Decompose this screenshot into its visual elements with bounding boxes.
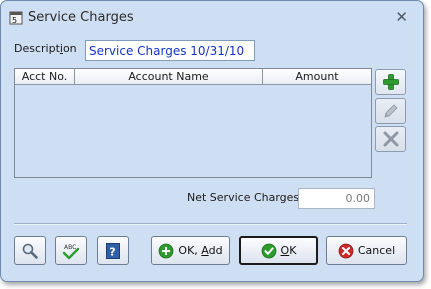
app-window-icon: 5 <box>9 11 23 25</box>
magnifier-icon <box>22 243 38 259</box>
ok-add-label: OK, Add <box>178 244 222 257</box>
x-icon <box>383 131 398 147</box>
spell-check-icon: ABC <box>62 244 80 259</box>
plus-icon <box>382 74 399 90</box>
divider <box>14 223 407 225</box>
find-button[interactable] <box>14 236 46 265</box>
title-bar: 5 Service Charges ✕ <box>1 1 423 35</box>
service-charges-dialog: 5 Service Charges ✕ Description Acct No.… <box>0 0 424 282</box>
cancel-button[interactable]: Cancel <box>326 236 407 265</box>
spell-check-button[interactable]: ABC <box>55 236 87 265</box>
svg-text:ABC: ABC <box>64 244 76 251</box>
svg-text:5: 5 <box>12 16 17 25</box>
ok-add-label-start: OK, <box>178 244 202 257</box>
ok-label-end: K <box>289 244 297 257</box>
col-acct-no[interactable]: Acct No. <box>15 69 75 84</box>
ok-button[interactable]: OK <box>239 236 318 265</box>
ok-add-label-end: dd <box>208 244 223 257</box>
grid-header: Acct No. Account Name Amount <box>15 69 371 85</box>
ok-label: OK <box>281 244 297 257</box>
window-title: Service Charges <box>28 10 134 25</box>
description-label-text-end: on <box>62 42 77 55</box>
col-account-name[interactable]: Account Name <box>75 69 263 84</box>
plus-circle-icon <box>159 243 174 258</box>
add-row-button[interactable] <box>375 69 406 95</box>
col-amount[interactable]: Amount <box>263 69 371 84</box>
svg-text:?: ? <box>109 245 115 258</box>
net-service-charges-field: 0.00 <box>298 188 375 209</box>
help-icon: ? <box>106 242 120 259</box>
description-label-text: Descript <box>14 42 60 55</box>
close-icon[interactable]: ✕ <box>395 8 408 26</box>
pencil-icon <box>383 104 398 118</box>
cancel-icon <box>338 243 354 258</box>
description-label: Description <box>14 42 77 55</box>
checkmark-icon <box>261 243 276 258</box>
ok-add-accesskey: A <box>201 244 209 257</box>
description-input[interactable] <box>85 40 255 61</box>
net-service-charges-label: Net Service Charges <box>187 191 300 204</box>
cancel-label: Cancel <box>357 244 396 257</box>
ok-add-button[interactable]: OK, Add <box>151 236 230 265</box>
delete-row-button[interactable] <box>375 126 406 152</box>
accounts-grid[interactable]: Acct No. Account Name Amount <box>14 68 372 178</box>
help-button[interactable]: ? <box>97 236 129 265</box>
edit-row-button[interactable] <box>375 98 406 124</box>
ok-accesskey: O <box>280 244 290 257</box>
